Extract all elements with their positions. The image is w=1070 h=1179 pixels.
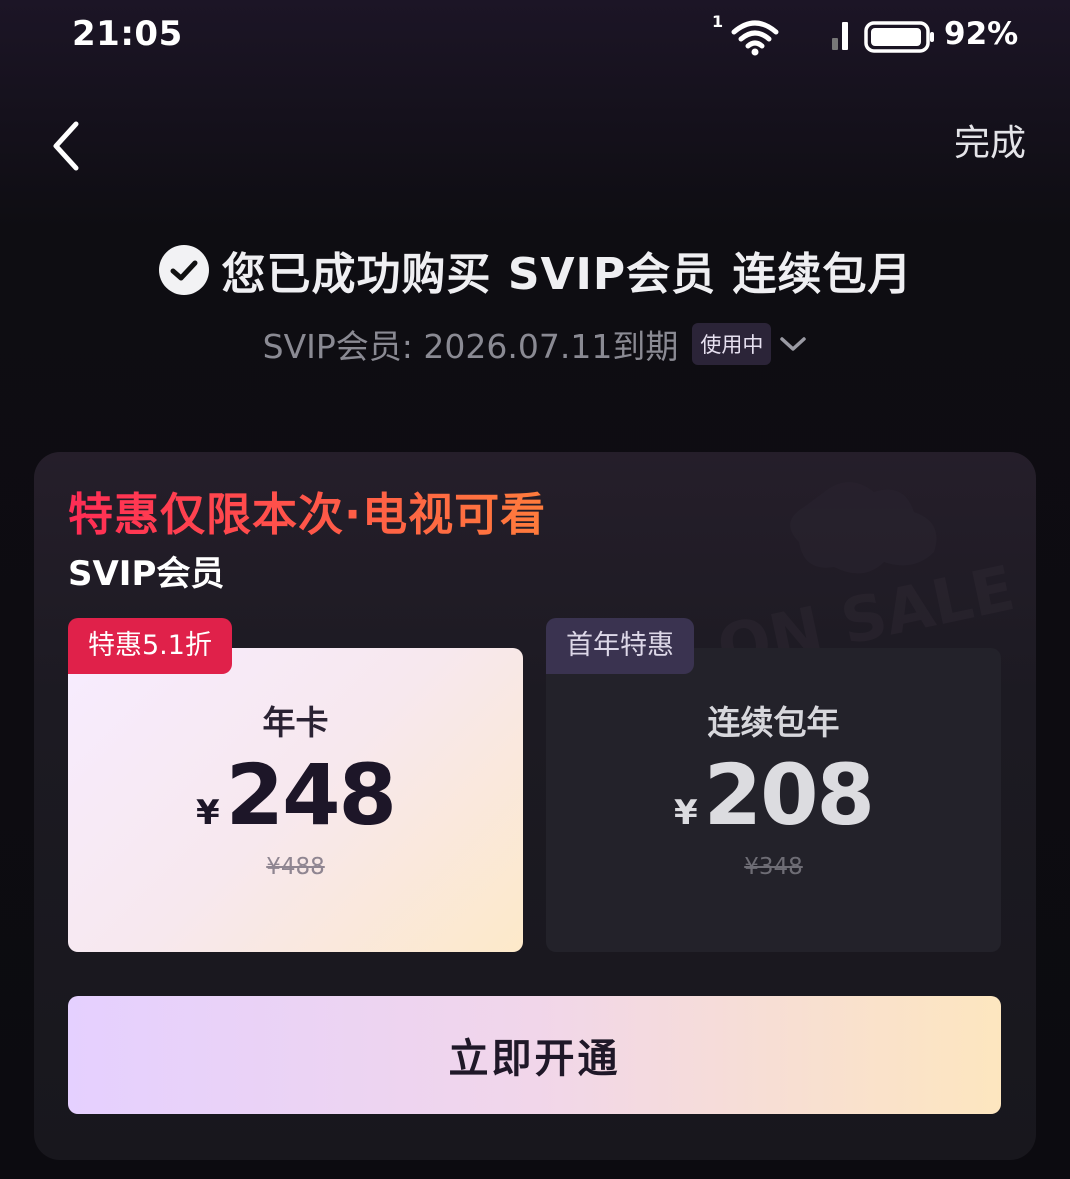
cell-signal-icon	[832, 22, 848, 50]
plan-option-annual[interactable]: 特惠5.1折 年卡 ¥ 248 ¥488	[68, 618, 523, 952]
back-arrow-icon[interactable]	[44, 116, 92, 176]
price-row: ¥ 208	[546, 746, 1001, 844]
check-circle-icon	[158, 245, 209, 295]
original-price: ¥348	[744, 854, 803, 880]
activate-now-button[interactable]: 立即开通	[68, 996, 1001, 1114]
plan-name: SVIP会员	[68, 554, 225, 594]
expiry-info: SVIP会员: 2026.07.11到期 使用中	[0, 320, 1070, 368]
status-bar: 21:05 1 92%	[0, 0, 1070, 78]
discount-tag: 首年特惠	[546, 618, 694, 674]
original-price: ¥488	[266, 854, 325, 880]
plan-label: 年卡	[262, 703, 329, 742]
battery-percentage: 92%	[944, 16, 1019, 52]
currency-symbol: ¥	[673, 793, 698, 833]
currency-symbol: ¥	[195, 793, 220, 833]
price-value: 208	[703, 746, 875, 844]
price-row: ¥ 248	[68, 746, 523, 844]
promo-title: 特惠仅限本次·电视可看	[68, 478, 546, 543]
price-value: 248	[225, 746, 397, 844]
offer-card: ON SALE 特惠仅限本次·电视可看 SVIP会员 特惠5.1折 年卡 ¥ 2…	[34, 452, 1036, 1160]
status-time: 21:05	[72, 14, 183, 54]
plan-label: 连续包年	[707, 703, 840, 742]
wifi-icon	[731, 20, 779, 56]
chevron-down-icon[interactable]	[779, 334, 807, 354]
battery-icon	[864, 21, 934, 53]
expiry-date-text: SVIP会员: 2026.07.11到期	[262, 327, 679, 366]
success-header: 您已成功购买 SVIP会员 连续包月	[0, 238, 1070, 302]
status-badge: 使用中	[692, 323, 772, 365]
payment-success-screen: 21:05 1 92% 完成 您已成功购买 SVIP会员 连续包月 SVIP会员…	[0, 0, 1070, 1179]
sim-slot-indicator: 1	[712, 12, 724, 31]
discount-tag: 特惠5.1折	[68, 618, 232, 674]
done-button[interactable]: 完成	[954, 114, 1026, 166]
on-sale-watermark-icon: ON SALE	[711, 482, 1021, 662]
plan-option-auto-renew-annual[interactable]: 首年特惠 连续包年 ¥ 208 ¥348	[546, 618, 1001, 952]
success-message: 您已成功购买 SVIP会员 连续包月	[221, 249, 913, 300]
